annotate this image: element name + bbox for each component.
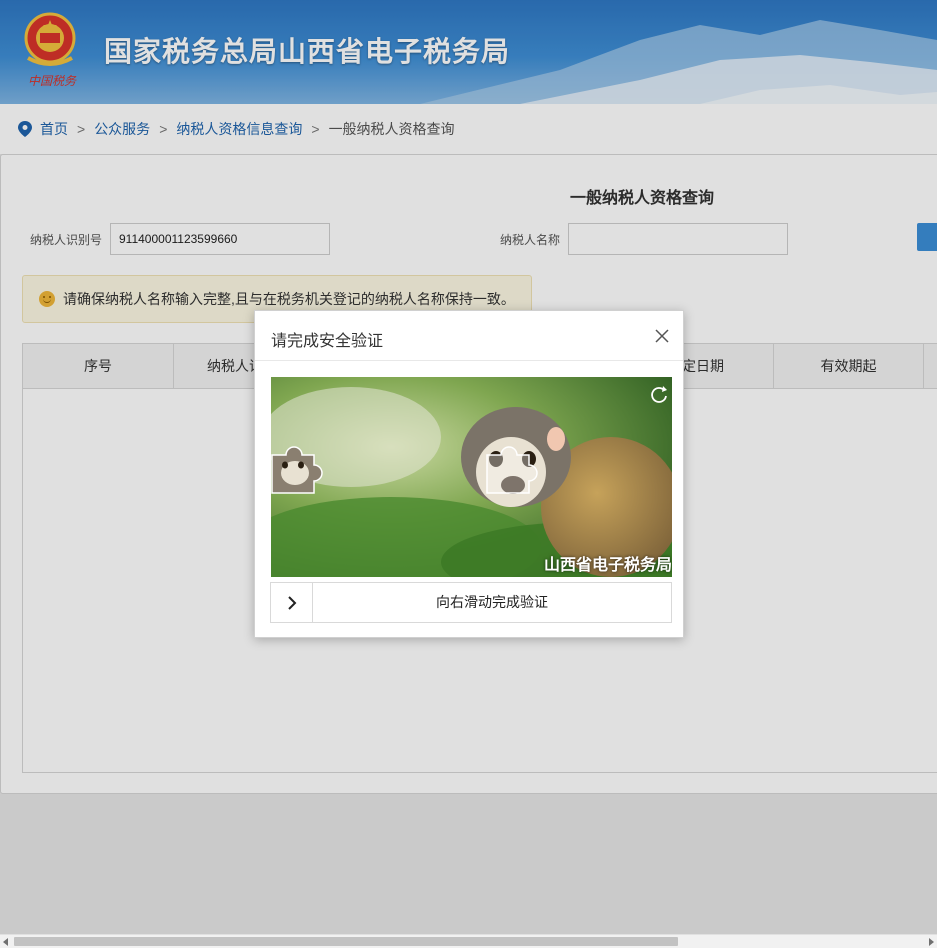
slider-instruction: 向右滑动完成验证: [436, 594, 548, 610]
captcha-dialog: 请完成安全验证 山西省电子税务局 向右滑动完成验证: [254, 310, 684, 638]
scrollbar-thumb[interactable]: [14, 937, 678, 946]
horizontal-scrollbar[interactable]: [0, 934, 937, 948]
dialog-divider: [255, 360, 683, 361]
dialog-title: 请完成安全验证: [271, 333, 384, 350]
image-watermark: 山西省电子税务局: [543, 555, 672, 574]
captcha-picture: [271, 377, 672, 577]
close-icon[interactable]: [655, 329, 669, 343]
captcha-slider[interactable]: 向右滑动完成验证: [270, 582, 672, 623]
refresh-icon[interactable]: [649, 385, 669, 405]
slider-handle[interactable]: [271, 583, 313, 622]
scroll-left-arrow-icon[interactable]: [3, 938, 8, 946]
scroll-right-arrow-icon[interactable]: [929, 938, 934, 946]
chevron-right-icon: [287, 595, 296, 610]
captcha-image: 山西省电子税务局: [271, 377, 672, 577]
